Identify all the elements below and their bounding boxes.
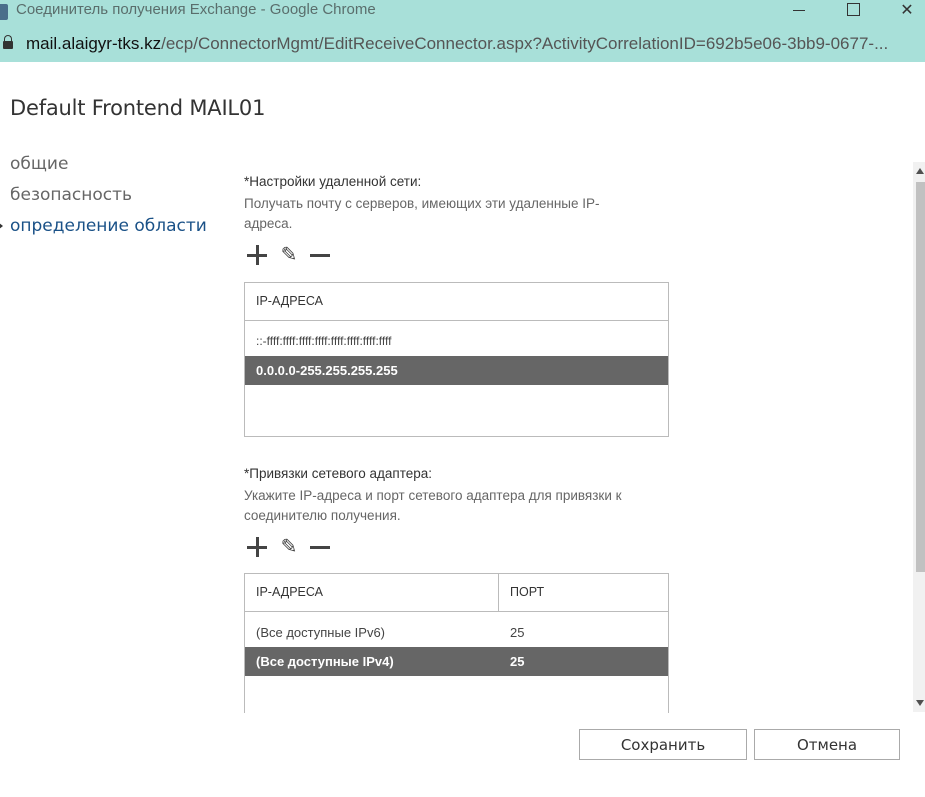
bindings-label: *Привязки сетевого адаптера:: [244, 466, 432, 481]
port-cell: 25: [510, 654, 525, 669]
lock-icon[interactable]: [3, 35, 13, 49]
active-arrow-icon: [0, 222, 3, 230]
scroll-down-arrow-icon[interactable]: [916, 700, 924, 706]
minimize-button[interactable]: [776, 0, 822, 26]
port-cell: 25: [510, 625, 525, 640]
remove-remote-ip-button[interactable]: [309, 244, 331, 266]
maximize-icon: [847, 3, 860, 16]
exchange-app-icon: [0, 4, 8, 20]
edit-remote-ip-button[interactable]: ✎: [278, 244, 300, 266]
table-row[interactable]: ::-ffff:ffff:ffff:ffff:ffff:ffff:ffff:ff…: [245, 327, 668, 356]
table-row-selected[interactable]: (Все доступные IPv4) 25: [245, 647, 668, 676]
remote-network-label: *Настройки удаленной сети:: [244, 174, 422, 189]
ip-cell: ::-ffff:ffff:ffff:ffff:ffff:ffff:ffff:ff…: [256, 334, 392, 348]
table-row[interactable]: (Все доступные IPv6) 25: [245, 618, 668, 647]
bindings-grid-header: IP-АДРЕСА ПОРТ: [245, 574, 668, 612]
column-header-ip[interactable]: IP-АДРЕСА: [245, 283, 668, 320]
ip-cell: (Все доступные IPv6): [256, 625, 386, 640]
add-binding-button[interactable]: [246, 536, 268, 558]
maximize-button[interactable]: [830, 0, 876, 26]
url-path: /ecp/ConnectorMgmt/EditReceiveConnector.…: [161, 34, 889, 53]
pencil-icon: ✎: [280, 536, 298, 558]
save-button[interactable]: Сохранить: [579, 729, 747, 760]
edit-binding-button[interactable]: ✎: [278, 536, 300, 558]
table-row-selected[interactable]: 0.0.0.0-255.255.255.255: [245, 356, 668, 385]
window-title: Соединитель получения Exchange - Google …: [16, 1, 376, 18]
window-title-bar: Соединитель получения Exchange - Google …: [0, 0, 925, 30]
scroll-up-arrow-icon[interactable]: [916, 168, 924, 174]
page-title: Default Frontend MAIL01: [10, 96, 266, 120]
minimize-icon: [793, 10, 805, 11]
left-nav: общие безопасность определение области: [0, 153, 207, 246]
nav-item-security[interactable]: безопасность: [10, 184, 207, 215]
column-header-ip[interactable]: IP-АДРЕСА: [245, 574, 499, 611]
pencil-icon: ✎: [280, 244, 298, 266]
address-bar[interactable]: mail.alaigyr-tks.kz/ecp/ConnectorMgmt/Ed…: [0, 30, 925, 62]
bindings-description: Укажите IP-адреса и порт сетевого адапте…: [244, 488, 622, 523]
nav-item-general[interactable]: общие: [10, 153, 207, 184]
close-icon: ✕: [900, 2, 914, 19]
nav-item-scoping[interactable]: определение области: [0, 215, 207, 246]
url-host: mail.alaigyr-tks.kz: [26, 34, 162, 53]
remote-ip-grid-header: IP-АДРЕСА: [245, 283, 668, 321]
column-header-port[interactable]: ПОРТ: [499, 574, 668, 611]
close-button[interactable]: ✕: [884, 0, 925, 26]
ip-cell: (Все доступные IPv4): [256, 654, 394, 669]
url-text[interactable]: mail.alaigyr-tks.kz/ecp/ConnectorMgmt/Ed…: [26, 34, 888, 54]
bindings-grid: IP-АДРЕСА ПОРТ (Все доступные IPv6) 25 (…: [244, 573, 669, 713]
nav-item-scoping-label: определение области: [10, 216, 207, 236]
add-remote-ip-button[interactable]: [246, 244, 268, 266]
remote-ip-grid: IP-АДРЕСА ::-ffff:ffff:ffff:ffff:ffff:ff…: [244, 282, 669, 437]
remove-binding-button[interactable]: [309, 536, 331, 558]
remote-network-description: Получать почту с серверов, имеющих эти у…: [244, 196, 600, 231]
ip-cell: 0.0.0.0-255.255.255.255: [256, 363, 398, 378]
scrollbar-thumb[interactable]: [916, 182, 925, 572]
cancel-button[interactable]: Отмена: [754, 729, 900, 760]
